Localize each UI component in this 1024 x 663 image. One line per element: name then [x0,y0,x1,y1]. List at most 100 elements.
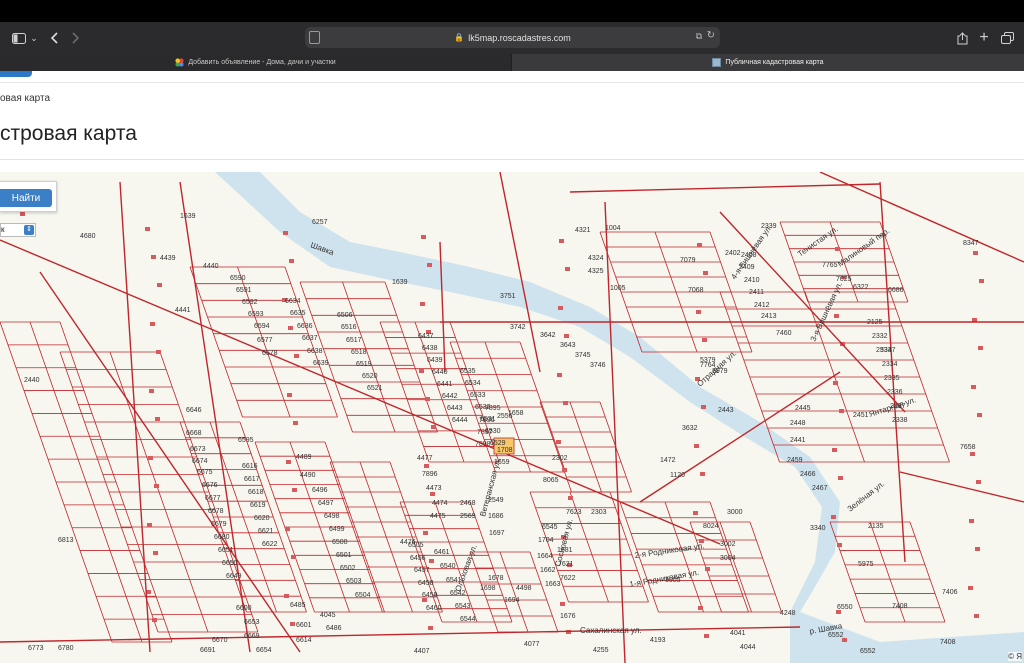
page-content: овая карта стровая карта 1639 4680 4439 … [0,71,1024,663]
parcel-number-label: 3632 [682,425,698,432]
building-mark [423,531,428,535]
layer-select[interactable]: к ⇕ [0,223,36,237]
building-mark [831,515,836,519]
parcel-number-label: 6577 [257,337,273,344]
parcel-number-label: 2440 [24,377,40,384]
parcel-number-label: 2338 [892,417,908,424]
building-mark [838,476,843,480]
parcel-number-label: 8065 [543,477,559,484]
parcel-number-label: 6780 [58,645,74,652]
address-bar[interactable]: 🔒 lk5map.roscadastres.com ⧉ ↻ [305,27,720,48]
parcel-number-label: 2569 [460,513,476,520]
menu-button[interactable] [0,71,32,77]
parcel-number-label: 2335 [884,375,900,382]
lock-icon: 🔒 [454,33,465,42]
parcel-number-label: 6634 [285,298,301,305]
parcel-boundary [719,521,752,613]
building-mark [698,606,703,610]
parcel-number-label: 6486 [326,625,342,632]
building-mark [150,322,155,326]
parcel-number-label: 2332 [872,333,888,340]
parcel-number-label: 2303 [591,509,607,516]
map-canvas[interactable]: 1639 4680 4439 4440 4441 1639 3751 3742 4321 1004… [0,172,1024,663]
parcel-number-label: 6257 [312,219,328,226]
tab-cadastral-map[interactable]: Публичная кадастровая карта [512,54,1024,71]
tab-label: Публичная кадастровая карта [725,59,824,66]
forward-icon[interactable] [68,28,82,48]
parcel-number-label: 2441 [790,437,806,444]
page-icon [309,31,320,44]
parcel-boundary [379,321,430,463]
chevron-down-icon[interactable]: ⌄ [29,28,39,48]
building-mark [428,626,433,630]
parcel-number-label: 2302 [552,455,568,462]
building-mark [559,239,564,243]
building-mark [424,464,429,468]
tabs-overview-icon[interactable] [999,28,1015,48]
building-mark [974,614,979,618]
street-label: Сахалинская ул. [580,626,642,635]
parcel-number-label: 6592 [242,299,258,306]
building-mark [288,326,293,330]
new-tab-icon[interactable]: + [977,28,991,48]
parcel-number-label: 4440 [203,263,219,270]
parcel-number-label: 5347 [880,347,896,354]
building-mark [292,488,297,492]
building-mark [839,409,844,413]
parcel-number-label: 6670 [212,637,228,644]
find-button[interactable]: Найти [0,189,52,207]
parcel-number-label: 2459 [787,457,803,464]
parcel-number-label: 4441 [175,307,191,314]
building-mark [694,444,699,448]
parcel-number-label: 1676 [560,613,576,620]
building-mark [976,480,981,484]
breadcrumb[interactable]: овая карта [0,93,50,104]
cadastral-map[interactable]: 1639 4680 4439 4440 4441 1639 3751 3742 4321 1004… [0,172,1024,663]
parcel-boundary [29,321,143,643]
parcel-number-label: 6529 [490,440,506,447]
building-mark [293,421,298,425]
share-icon[interactable] [955,28,969,48]
sidebar-icon[interactable] [11,28,27,48]
parcel-number-label: 4248 [780,610,796,617]
parcel-number-label: 3642 [540,332,556,339]
parcel-number-label: 6521 [367,385,383,392]
back-icon[interactable] [48,28,62,48]
parcel-number-label: 2443 [718,407,734,414]
parcel-number-label: 6639 [313,360,329,367]
parcel-number-label: 6552 [860,648,876,655]
parcel-number-label: 6518 [351,349,367,356]
parcel-number-label: 6675 [197,469,213,476]
building-mark [291,555,296,559]
map-favicon-icon [712,58,722,67]
parcel-number-label: 6502 [340,565,356,572]
chevron-down-icon: ⇕ [24,225,34,235]
parcel-number-label: 7765 [822,262,838,269]
building-mark [565,267,570,271]
parcel-number-label: 6520 [362,373,378,380]
parcel-number-label: 6578 [262,350,278,357]
street-label: Тенистая ул. [796,224,840,258]
parcel-number-label: 4193 [650,637,666,644]
street-label: Зелёная ул. [846,479,886,513]
parcel-number-label: 6600 [236,605,252,612]
parcel-number-label: 7897 [477,429,493,436]
parcel-number-label: 2125 [867,319,883,326]
parcel-number-label: 4407 [414,648,430,655]
parcel-number-label: 6543 [455,603,471,610]
parcel-number-label: 6519 [356,361,372,368]
building-mark [151,255,156,259]
page-title: стровая карта [0,122,137,145]
parcel-number-label: 4498 [516,585,532,592]
tab-add-listing[interactable]: Добавить объявление - Дома, дачи и участ… [0,54,511,71]
tab-bar: Добавить объявление - Дома, дачи и участ… [0,54,1024,71]
parcel-number-label: 4475 [430,513,446,520]
select-value: к [1,225,5,234]
parcel-number-label: 6653 [244,619,260,626]
reload-icon[interactable]: ↻ [707,30,715,41]
parcel-number-label: 3643 [560,342,576,349]
building-mark [149,389,154,393]
parcel-number-label: 7406 [942,589,958,596]
translate-icon[interactable]: ⧉ [696,31,702,42]
parcel-number-label: 6654 [256,647,272,654]
